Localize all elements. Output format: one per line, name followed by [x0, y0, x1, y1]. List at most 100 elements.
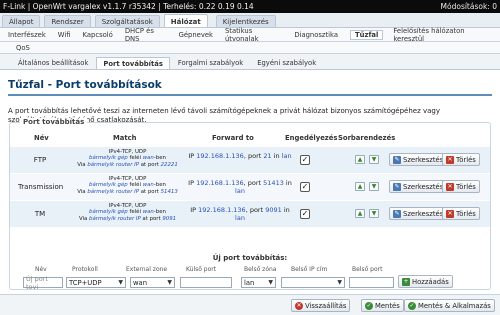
save-apply-label: Mentés & Alkalmazás — [418, 301, 491, 310]
new-name-input[interactable]: Új port tovi — [23, 275, 63, 291]
save-apply-button[interactable]: ✓ Mentés & Alkalmazás — [404, 299, 495, 312]
delete-button[interactable]: ✕ Törlés — [442, 180, 480, 193]
table-row: Transmission IPv4-TCP, UDP bármelyik gép… — [10, 174, 490, 200]
fwd-zone: lan — [235, 187, 245, 195]
label-internal-zone: Belső zóna — [244, 266, 277, 273]
enable-checkbox[interactable]: ✓ — [300, 155, 310, 165]
fwd-text: , port — [243, 152, 264, 160]
main-content: Tűzfal - Port továbbítások A port tovább… — [0, 70, 500, 294]
col-name: Név — [34, 134, 49, 142]
tab-custom-rules[interactable]: Egyéni szabályok — [251, 57, 322, 69]
internal-port-input[interactable] — [349, 277, 394, 288]
subnav-qos[interactable]: QoS — [16, 44, 30, 52]
move-up-icon[interactable]: ▲ — [355, 182, 365, 191]
enable-checkbox[interactable]: ✓ — [300, 209, 310, 219]
match-text: feléi — [127, 155, 143, 162]
add-button[interactable]: + Hozzáadás — [398, 275, 453, 288]
rule-name: TM — [34, 210, 46, 218]
port-forward-section: Port továbbítás Név Match Forward to Eng… — [9, 118, 491, 291]
move-down-icon[interactable]: ▼ — [369, 209, 379, 218]
fwd-text: in — [271, 152, 282, 160]
chevron-down-icon: ▼ — [118, 279, 123, 286]
protocol-select[interactable]: TCP+UDP ▼ — [66, 277, 126, 288]
match-text: -ben — [153, 209, 166, 216]
add-icon: + — [402, 277, 410, 286]
label-external-port: Külső port — [186, 266, 217, 273]
subnav-firewall[interactable]: Tűzfal — [350, 29, 384, 40]
move-up-icon[interactable]: ▲ — [355, 209, 365, 218]
tab-traffic-rules[interactable]: Forgalmi szabályok — [172, 57, 249, 69]
fwd-text: in — [281, 206, 290, 214]
fwd-text: IP — [190, 206, 199, 214]
edit-button[interactable]: ✎ Szerkesztés — [389, 207, 448, 220]
subnav-wifi[interactable]: Wifi — [58, 31, 71, 39]
ext-port: 51413 — [160, 188, 178, 195]
qos-bar: QoS — [0, 42, 500, 54]
nav-network[interactable]: Hálózat — [163, 14, 208, 27]
external-zone-select[interactable]: wan ▼ — [130, 277, 175, 288]
nav-system[interactable]: Rendszer — [44, 15, 91, 27]
col-sort: Sorbarendezés — [338, 134, 396, 142]
page-title: Tűzfal - Port továbbítások — [8, 79, 492, 96]
col-match: Match — [113, 134, 137, 142]
subnav-diagnostics[interactable]: Diagnosztika — [294, 31, 338, 39]
chevron-down-icon: ▼ — [167, 279, 172, 286]
tab-general-settings[interactable]: Általános beállítások — [12, 57, 94, 69]
subnav-dhcp-dns[interactable]: DHCP és DNS — [125, 27, 167, 43]
match-text: Via — [78, 215, 90, 222]
section-legend: Port továbbítás — [20, 118, 88, 126]
revert-button[interactable]: ✕ Visszaállítás — [291, 299, 351, 312]
rule-forward: IP 192.168.1.136, port 21 in lan — [185, 152, 295, 160]
match-text: Via — [77, 188, 88, 195]
label-internal-ip: Belső IP cím — [291, 266, 328, 273]
changes-link[interactable]: Módosítások: 0 — [441, 2, 497, 11]
fwd-text: in — [283, 179, 292, 187]
revert-label: Visszaállítás — [305, 301, 347, 310]
revert-icon: ✕ — [295, 301, 303, 310]
move-up-icon[interactable]: ▲ — [355, 155, 365, 164]
save-button[interactable]: ✓ Mentés — [361, 299, 404, 312]
edit-label: Szerkesztés — [403, 182, 444, 191]
subnav-static-routes[interactable]: Statikus útvonalak — [225, 27, 282, 43]
table-header: Név Match Forward to Engedélyezés Sorbar… — [10, 134, 490, 144]
zone-link: wan — [142, 182, 154, 189]
match-text: -ben — [153, 155, 166, 162]
match-text: -ben — [153, 182, 166, 189]
nav-status[interactable]: Állapot — [2, 15, 41, 27]
table-row: TM IPv4-TCP, UDP bármelyik gép feléi wan… — [10, 201, 490, 227]
edit-button[interactable]: ✎ Szerkesztés — [389, 153, 448, 166]
protocol-value: TCP+UDP — [69, 278, 102, 287]
fwd-text: , port — [245, 206, 266, 214]
fwd-zone: lan — [235, 214, 245, 222]
external-port-input[interactable] — [180, 277, 232, 288]
tab-port-forwards[interactable]: Port továbbítás — [96, 57, 170, 69]
new-forward-title: Új port továbbítás: — [212, 254, 288, 262]
rule-match: IPv4-TCP, UDP bármelyik gép feléi wan-be… — [65, 176, 190, 195]
delete-button[interactable]: ✕ Törlés — [442, 207, 480, 220]
fwd-text: IP — [188, 179, 197, 187]
match-text: feléi — [127, 182, 143, 189]
edit-label: Szerkesztés — [403, 209, 444, 218]
internal-zone-select[interactable]: lan ▼ — [241, 277, 276, 288]
nav-services[interactable]: Szolgáltatások — [94, 15, 160, 27]
label-protocol: Protokoll — [72, 266, 98, 273]
subnav-interfaces[interactable]: Interfészek — [8, 31, 46, 39]
subnav-switch[interactable]: Kapcsoló — [83, 31, 113, 39]
enable-checkbox[interactable]: ✓ — [300, 182, 310, 192]
chevron-down-icon: ▼ — [268, 279, 273, 286]
delete-button[interactable]: ✕ Törlés — [442, 153, 480, 166]
match-text: feléi — [127, 209, 143, 216]
any-host-link: bármelyik gép — [89, 155, 128, 162]
label-name: Név — [35, 266, 47, 273]
move-down-icon[interactable]: ▼ — [369, 155, 379, 164]
edit-icon: ✎ — [393, 209, 401, 218]
rule-forward: IP 192.168.1.136, port 9091 in lan — [185, 206, 295, 222]
subnav-hostnames[interactable]: Gépnevek — [179, 31, 213, 39]
edit-button[interactable]: ✎ Szerkesztés — [389, 180, 448, 193]
nav-logout[interactable]: Kijelentkezés — [215, 15, 276, 27]
subnav-remote-wake[interactable]: Felelősítés hálózaton keresztül — [393, 27, 488, 43]
fwd-text: , port — [243, 179, 264, 187]
internal-ip-select[interactable]: ▼ — [281, 277, 345, 288]
zone-value: wan — [133, 278, 148, 287]
move-down-icon[interactable]: ▼ — [369, 182, 379, 191]
